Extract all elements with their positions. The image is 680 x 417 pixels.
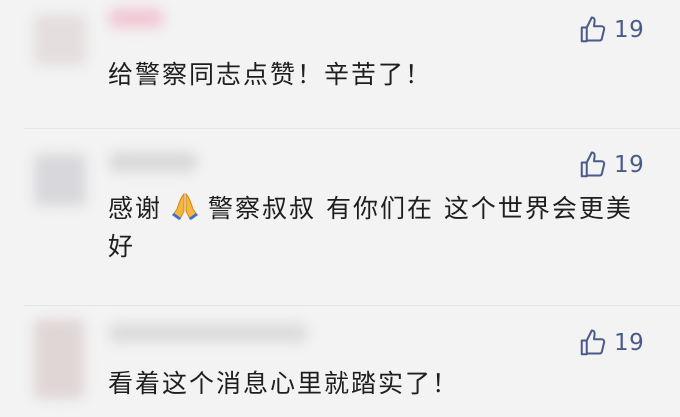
like-count: 19 — [614, 330, 645, 356]
thumbs-up-icon — [580, 16, 606, 43]
like-button[interactable]: 19 — [578, 328, 644, 358]
avatar[interactable] — [34, 319, 84, 399]
username-blurred[interactable] — [108, 152, 198, 172]
comment-text: 感谢 警察叔叔 有你们在 这个世界会更美好 — [108, 190, 648, 266]
comment-item: 19 看着这个消息心里就踏实了！ — [0, 315, 680, 417]
username-blurred[interactable] — [108, 8, 164, 28]
thumbs-up-icon — [580, 151, 606, 178]
comment-text: 看着这个消息心里就踏实了！ — [108, 369, 460, 398]
comment-item: 19 给警察同志点赞！辛苦了！ — [0, 0, 680, 125]
username-blurred[interactable] — [108, 323, 308, 343]
divider — [24, 305, 680, 306]
thumbs-up-icon — [580, 329, 606, 356]
avatar[interactable] — [34, 14, 86, 66]
divider — [24, 128, 680, 129]
folded-hands-emoji — [172, 192, 199, 220]
like-button[interactable]: 19 — [578, 15, 644, 45]
avatar[interactable] — [34, 154, 86, 206]
like-count: 19 — [614, 17, 645, 43]
comment-text: 给警察同志点赞！辛苦了！ — [108, 60, 433, 89]
like-button[interactable]: 19 — [578, 150, 644, 180]
comment-item: 19 感谢 警察叔叔 有你们在 这个世界会更美好 — [0, 140, 680, 305]
like-count: 19 — [614, 152, 645, 178]
comment-text-part: 感谢 — [108, 194, 163, 223]
